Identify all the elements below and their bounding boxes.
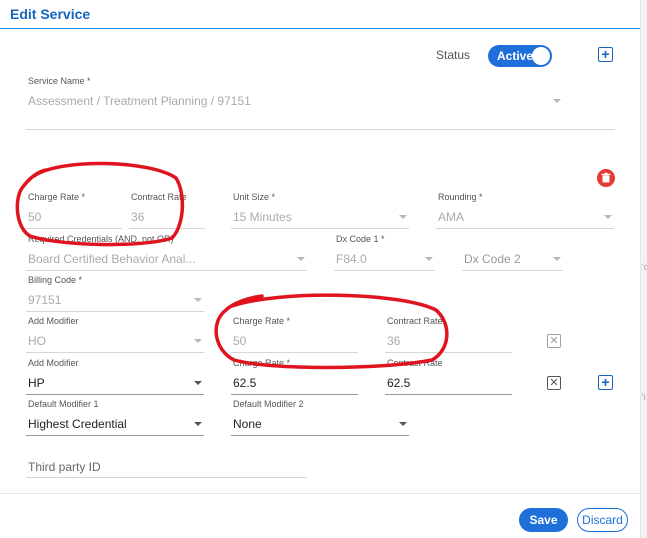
background-window-edge: 'c 'i	[640, 0, 647, 538]
red-annotation-marks	[15, 161, 449, 370]
edit-service-dialog: Edit Service Status Active + Service Nam…	[0, 0, 640, 538]
